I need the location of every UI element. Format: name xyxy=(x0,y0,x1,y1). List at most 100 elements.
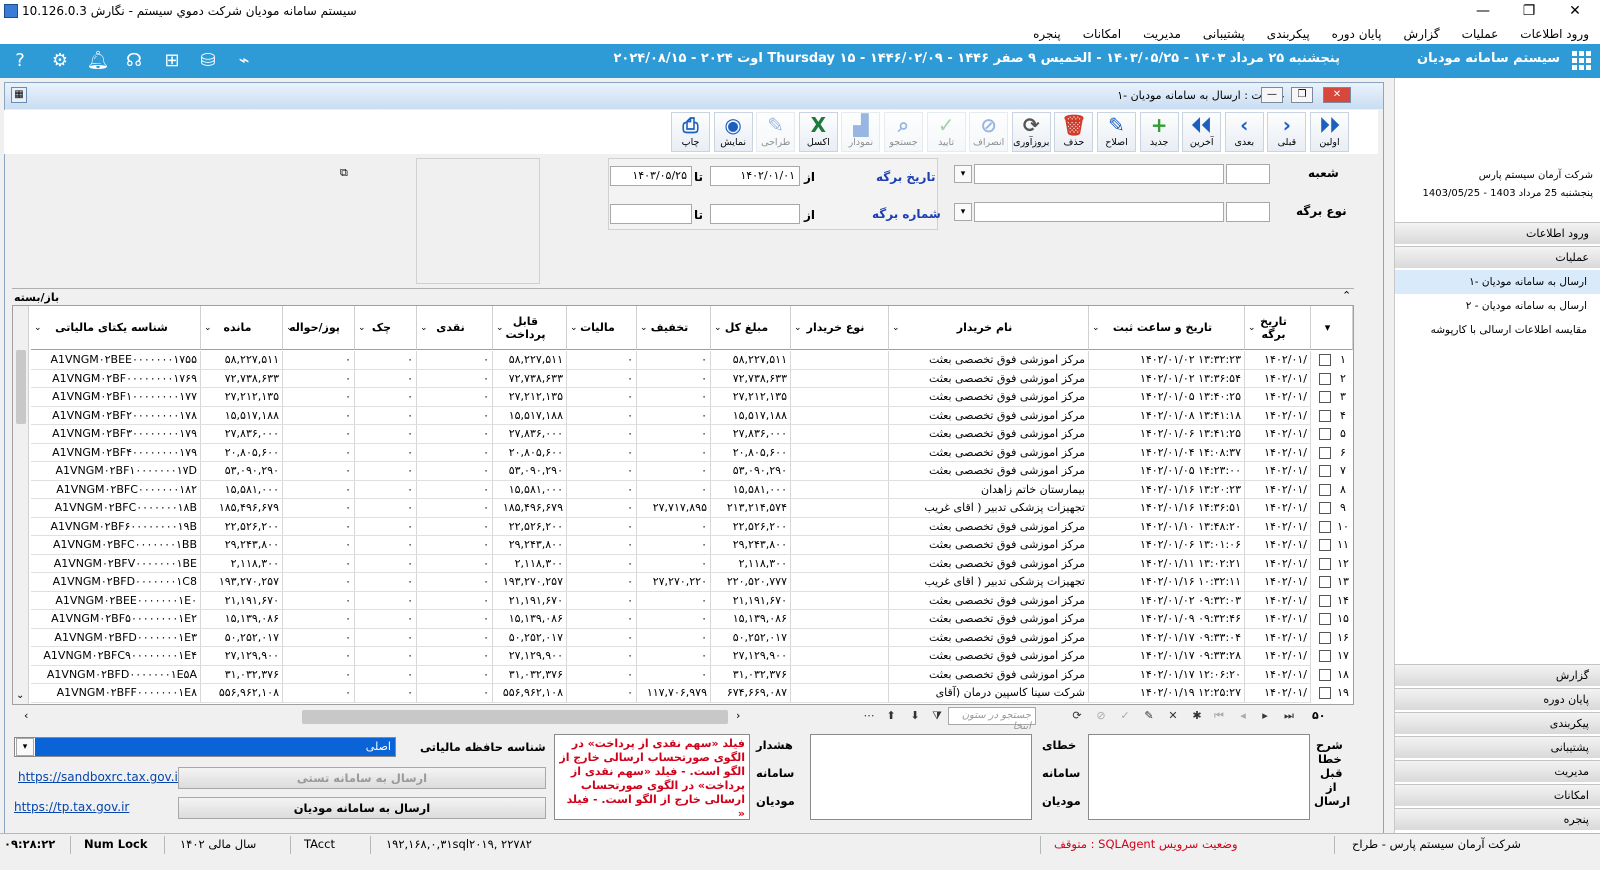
bell-icon[interactable]: 🔔︎ xyxy=(86,49,110,73)
row-checkbox[interactable] xyxy=(1319,576,1331,588)
toolbar-button-2[interactable]: ‹ بعدی xyxy=(1224,112,1264,152)
table-row[interactable]: A1VNGM۰۲BFC۹۰۰۰۰۰۰۰۰۱E۴ ۲۷,۱۲۹,۹۰۰ ۰ ۰ ۰ ۲۷,۱… xyxy=(13,647,1353,666)
toolbar-button-5[interactable]: ✎ اصلاح xyxy=(1097,112,1136,152)
table-row[interactable]: A1VNGM۰۲BEE۰۰۰۰۰۰۰۱E۰ ۲۱,۱۹۱,۶۷۰ ۰ ۰ ۰ ۲۱,۱۹۱… xyxy=(13,591,1353,610)
column-header-disc[interactable]: تخفیف ⌄ xyxy=(637,306,711,350)
nav-section-reports[interactable]: گزارش xyxy=(1395,664,1600,686)
nav-section-data-entry[interactable]: ورود اطلاعات xyxy=(1395,222,1600,244)
column-header-tax[interactable]: مالیات ⌄ xyxy=(567,306,637,350)
headset-icon[interactable]: ☊ xyxy=(122,49,146,73)
sort-chevron-icon[interactable]: ⌄ xyxy=(640,322,648,335)
nav-section-facilities[interactable]: امکانات xyxy=(1395,784,1600,806)
toolbar-button-0[interactable]: ⏵⏵ اولین xyxy=(1310,112,1349,152)
prev-page-icon[interactable]: ◂ xyxy=(1234,708,1252,724)
toolbar-button-13[interactable]: ✎ طراحی xyxy=(756,112,796,152)
table-row[interactable]: A1VNGM۰۲BF۳۰۰۰۰۰۰۰۰۱۷۹ ۲۷,۸۳۶,۰۰۰ ۰ ۰ ۰ ۲۷,۸۳… xyxy=(13,425,1353,444)
row-checkbox[interactable] xyxy=(1319,520,1331,533)
sort-chevron-icon[interactable]: ⌄ xyxy=(892,322,900,335)
menu-item[interactable]: عملیات xyxy=(1451,24,1510,44)
toolbar-button-7[interactable]: ⟳ بروزآوری xyxy=(1011,112,1051,152)
nav-section-operations[interactable]: عملیات xyxy=(1395,246,1600,268)
branch-field[interactable] xyxy=(974,164,1224,184)
row-checkbox[interactable] xyxy=(1319,557,1331,570)
collapse-icon[interactable]: ⌃ xyxy=(1342,289,1351,302)
sort-chevron-icon[interactable]: ⌄ xyxy=(1248,322,1256,335)
nav-item-send-2[interactable]: ارسال به سامانه مودیان - ۲ xyxy=(1395,294,1600,318)
form-type-code-field[interactable] xyxy=(1226,202,1270,222)
collapse-bar[interactable]: باز/بسته ⌃ xyxy=(12,288,1354,304)
sql-icon[interactable]: ⛁ xyxy=(196,49,220,73)
table-row[interactable]: A1VNGM۰۲BF۵۰۰۰۰۰۰۰۰۱E۲ ۱۵,۱۳۹,۰۸۶ ۰ ۰ ۰ ۱۵,۱۳… xyxy=(13,610,1353,629)
column-search-input[interactable]: جستجو در ستون انتخا xyxy=(948,707,1036,732)
row-checkbox[interactable] xyxy=(1319,391,1331,403)
date-to-field[interactable]: ۱۴۰۳/۰۵/۲۵ xyxy=(610,166,692,186)
column-header-reg[interactable]: تاریخ و ساعت ثبت ⌄ xyxy=(1089,306,1245,350)
nav-item-send-1[interactable]: ارسال به سامانه مودیان -۱ xyxy=(1395,270,1600,294)
tax-memory-dropdown-icon[interactable]: ▾ xyxy=(16,738,34,756)
post-edit-icon[interactable]: ✓ xyxy=(1116,708,1134,724)
toolbar-button-10[interactable]: ⌕ جستجو xyxy=(884,112,923,152)
row-checkbox[interactable] xyxy=(1319,428,1331,440)
gear-icon[interactable]: ⚙ xyxy=(48,49,72,73)
move-up-icon[interactable]: ⬆ xyxy=(882,708,900,724)
column-header-pay[interactable]: قابل پرداخت ⌄ xyxy=(493,306,567,350)
toolbar-button-12[interactable]: X اکسل xyxy=(798,112,838,152)
column-header-type[interactable]: نوع خریدار ⌄ xyxy=(791,306,889,350)
inner-restore-button[interactable]: ❐ xyxy=(1291,87,1313,103)
nav-item-compare[interactable]: مقایسه اطلاعات ارسالی با کارپوشه xyxy=(1395,318,1600,342)
nav-section-window[interactable]: پنجره xyxy=(1395,808,1600,830)
minimize-button[interactable]: — xyxy=(1460,0,1506,24)
nav-section-management[interactable]: مدیریت xyxy=(1395,760,1600,782)
sort-chevron-icon[interactable]: ⌄ xyxy=(496,322,504,335)
insert-row-icon[interactable]: ✱ xyxy=(1188,708,1206,724)
column-header-buyer[interactable]: نام خریدار ⌄ xyxy=(889,306,1089,350)
number-from-field[interactable] xyxy=(710,204,800,224)
first-record-icon[interactable]: ⏮ xyxy=(1210,708,1228,724)
menu-item[interactable]: پایان دوره xyxy=(1321,24,1393,44)
cancel-edit-icon[interactable]: ⊘ xyxy=(1092,708,1110,724)
edit-icon[interactable]: ✎ xyxy=(1140,708,1158,724)
inner-minimize-button[interactable]: — xyxy=(1261,87,1283,103)
toolbar-button-8[interactable]: ⊘ انصراف xyxy=(969,112,1009,152)
prev-record-icon[interactable]: ▸ xyxy=(1256,708,1274,724)
toolbar-button-3[interactable]: ⏴⏴ آخرین xyxy=(1182,112,1222,152)
row-checkbox[interactable] xyxy=(1319,613,1331,625)
table-row[interactable]: A1VNGM۰۲BFD۰۰۰۰۰۰۰۱E۵A ۳۱,۰۳۲,۳۷۶ ۰ ۰ ۰ ۳۱,۰۳… xyxy=(13,665,1353,684)
scroll-right-icon[interactable]: › xyxy=(736,709,740,722)
column-header-pos[interactable]: پوز/حواله ⌄ xyxy=(283,306,355,350)
table-row[interactable]: A1VNGM۰۲BFD۰۰۰۰۰۰۰۱C8 ۱۹۳,۲۷۰,۲۵۷ ۰ ۰ ۰ ۱۹۳,۲… xyxy=(13,573,1353,592)
table-row[interactable]: A1VNGM۰۲BFC۰۰۰۰۰۰۰۱BB ۲۹,۲۴۳,۸۰۰ ۰ ۰ ۰ ۲۹,۲۴۳… xyxy=(13,536,1353,555)
last-record-icon[interactable]: ⏭ xyxy=(1280,708,1298,724)
row-checkbox[interactable] xyxy=(1319,631,1331,644)
column-header-date[interactable]: تاریخ برگه ⌄ xyxy=(1245,306,1311,350)
row-checkbox[interactable] xyxy=(1319,539,1331,551)
copy-icon[interactable]: ⧉ xyxy=(340,166,354,180)
filter-icon[interactable]: ⧩ xyxy=(928,708,946,724)
table-row[interactable]: A1VNGM۰۲BF۲۰۰۰۰۰۰۰۰۱۷۸ ۱۵,۵۱۷,۱۸۸ ۰ ۰ ۰ ۱۵,۵۱… xyxy=(13,406,1353,425)
toolbar-button-11[interactable]: ▟ نمودار xyxy=(841,112,881,152)
date-from-field[interactable]: ۱۴۰۲/۰۱/۰۱ xyxy=(710,166,800,186)
sort-chevron-icon[interactable]: ⌄ xyxy=(34,322,42,335)
branch-dropdown-icon[interactable]: ▾ xyxy=(954,165,972,183)
gift-icon[interactable]: ⊞ xyxy=(160,49,184,73)
sandbox-link[interactable]: https://sandboxrc.tax.gov.ir xyxy=(18,770,183,784)
nav-section-config[interactable]: پیکربندی xyxy=(1395,712,1600,734)
send-to-moadian-button[interactable]: ارسال به سامانه مودیان xyxy=(178,797,546,819)
toolbar-button-15[interactable]: ⎙ چاپ xyxy=(671,112,710,152)
form-type-field[interactable] xyxy=(974,202,1224,222)
table-row[interactable]: A1VNGM۰۲BEE۰۰۰۰۰۰۰۱۷۵۵ ۵۸,۲۲۷,۵۱۱ ۰ ۰ ۰ ۵۸,۲۲… xyxy=(13,351,1353,370)
sort-chevron-icon[interactable]: ⌄ xyxy=(1092,322,1100,335)
nav-section-support[interactable]: پشتیبانی xyxy=(1395,736,1600,758)
apps-grid-icon[interactable] xyxy=(1572,51,1592,71)
delete-row-icon[interactable]: ✕ xyxy=(1164,708,1182,724)
toolbar-button-14[interactable]: ◉ نمایش xyxy=(713,112,753,152)
table-row[interactable]: A1VNGM۰۲BFC۰۰۰۰۰۰۰۱۸۲ ۱۵,۵۸۱,۰۰۰ ۰ ۰ ۰ ۱۵,۵۸۱… xyxy=(13,480,1353,499)
table-row[interactable]: A1VNGM۰۲BF۱۰۰۰۰۰۰۰۱۷D ۵۳,۰۹۰,۲۹۰ ۰ ۰ ۰ ۵۳,۰۹۰… xyxy=(13,462,1353,481)
table-row[interactable]: A1VNGM۰۲BF۶۰۰۰۰۰۰۰۰۱۹B ۲۲,۵۲۶,۲۰۰ ۰ ۰ ۰ ۲۲,۵۲… xyxy=(13,517,1353,536)
sort-chevron-icon[interactable]: ⌄ xyxy=(714,322,722,335)
sort-chevron-icon[interactable]: ⌄ xyxy=(204,322,212,335)
table-row[interactable]: A1VNGM۰۲BFF۰۰۰۰۰۰۰۱E۸ ۵۵۶,۹۶۲,۱۰۸ ۰ ۰ ۰ ۵۵۶,۹… xyxy=(13,684,1353,703)
menu-item[interactable]: پنجره xyxy=(1022,24,1072,44)
more-icon[interactable]: ⋯ xyxy=(860,708,878,724)
inner-close-button[interactable]: ✕ xyxy=(1323,87,1351,103)
